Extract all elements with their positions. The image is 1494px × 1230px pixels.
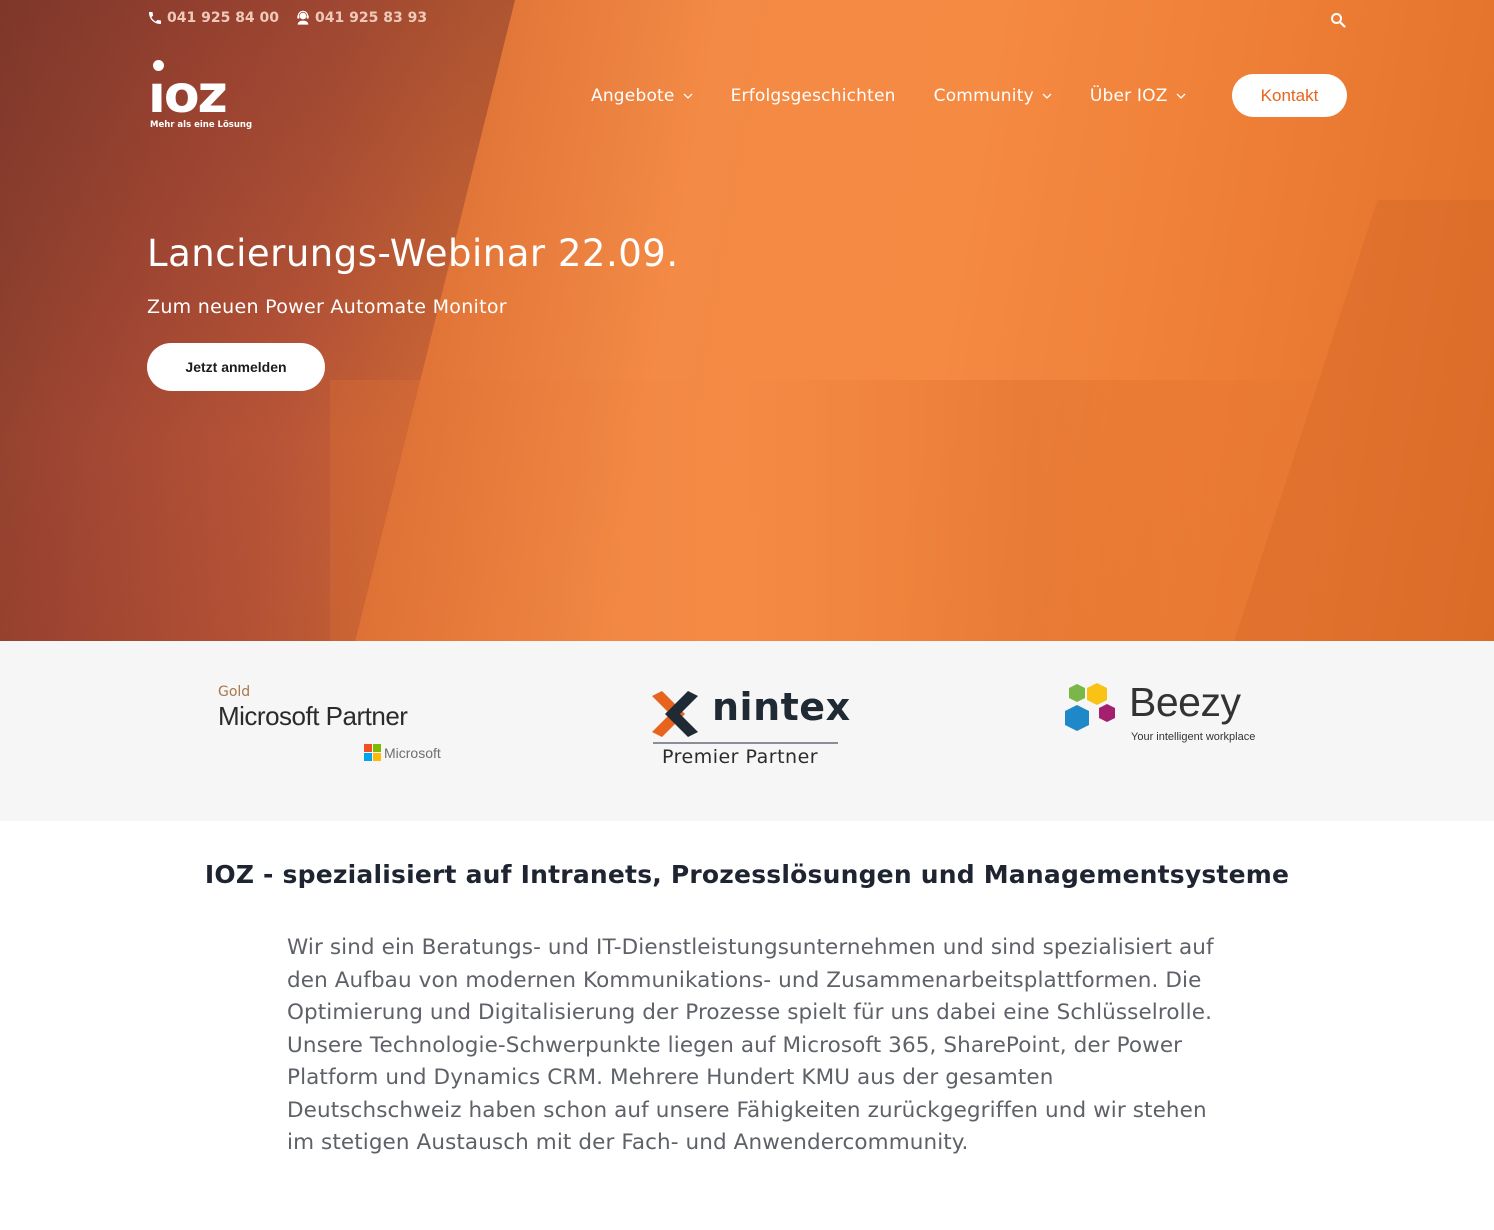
microsoft-windows-icon: [364, 744, 381, 761]
beezy-partner-logo[interactable]: Beezy Your intelligent workplace: [1059, 679, 1263, 747]
section-heading: IOZ - spezialisiert auf Intranets, Proze…: [204, 860, 1290, 889]
intro-paragraph: Wir sind ein Beratungs- und IT-Dienstlei…: [287, 935, 1214, 1155]
nav-item-erfolgsgeschichten[interactable]: Erfolgsgeschichten: [731, 86, 896, 106]
nintex-partner-logo[interactable]: nintex Premier Partner: [652, 685, 850, 771]
partner-level: Premier Partner: [662, 746, 819, 768]
beezy-wordmark: Beezy: [1129, 679, 1241, 725]
nav-item-label: Erfolgsgeschichten: [730, 85, 896, 106]
chevron-down-icon: [683, 93, 693, 99]
nintex-wordmark: nintex: [712, 685, 851, 729]
logo-mark: ıoz: [148, 65, 228, 125]
hero-bg-shape: [330, 380, 1330, 641]
microsoft-wordmark: Microsoft: [384, 744, 441, 761]
phone-icon: [149, 12, 161, 24]
contact-button[interactable]: Kontakt: [1232, 74, 1347, 117]
chevron-down-icon: [1176, 93, 1186, 99]
nav-item-label: Über IOZ: [1089, 85, 1168, 106]
microsoft-partner-logo[interactable]: Gold Microsoft Partner Microsoft: [218, 684, 450, 768]
chevron-down-icon: [1042, 93, 1052, 99]
nav-item-label: Community: [933, 85, 1034, 106]
nav-item-label: Angebote: [591, 85, 675, 106]
search-icon[interactable]: [1330, 12, 1346, 28]
support-link[interactable]: 041 925 83 93: [295, 10, 427, 26]
beezy-tagline: Your intelligent workplace: [1131, 731, 1256, 743]
hero-title: Lancierungs-Webinar 22.09.: [147, 232, 679, 275]
hero-banner: 041 925 84 00 041 925 83 93 ıoz Mehr als…: [0, 0, 1494, 641]
nintex-x-icon: [652, 691, 698, 737]
contact-topbar: 041 925 84 00 041 925 83 93: [147, 10, 427, 26]
support-number: 041 925 83 93: [315, 10, 428, 26]
phone-number: 041 925 84 00: [167, 10, 280, 26]
nav-item-ueber-ioz[interactable]: Über IOZ: [1090, 86, 1186, 106]
nav-item-angebote[interactable]: Angebote: [591, 86, 693, 106]
partner-title: Microsoft Partner: [218, 701, 408, 731]
partner-level: Gold: [218, 684, 251, 700]
headset-icon: [297, 10, 309, 25]
register-button[interactable]: Jetzt anmelden: [147, 343, 325, 391]
divider: [653, 742, 838, 744]
nav-item-community[interactable]: Community: [934, 86, 1052, 106]
microsoft-brand: Microsoft: [364, 744, 441, 761]
ioz-logo[interactable]: ıoz Mehr als eine Lösung: [148, 60, 252, 132]
logo-tagline: Mehr als eine Lösung: [150, 120, 253, 130]
beezy-hexagon-icon: [1065, 683, 1115, 731]
hero-subtitle: Zum neuen Power Automate Monitor: [147, 296, 507, 318]
phone-link[interactable]: 041 925 84 00: [147, 10, 279, 26]
main-nav: Angebote Erfolgsgeschichten Community Üb…: [591, 74, 1224, 117]
